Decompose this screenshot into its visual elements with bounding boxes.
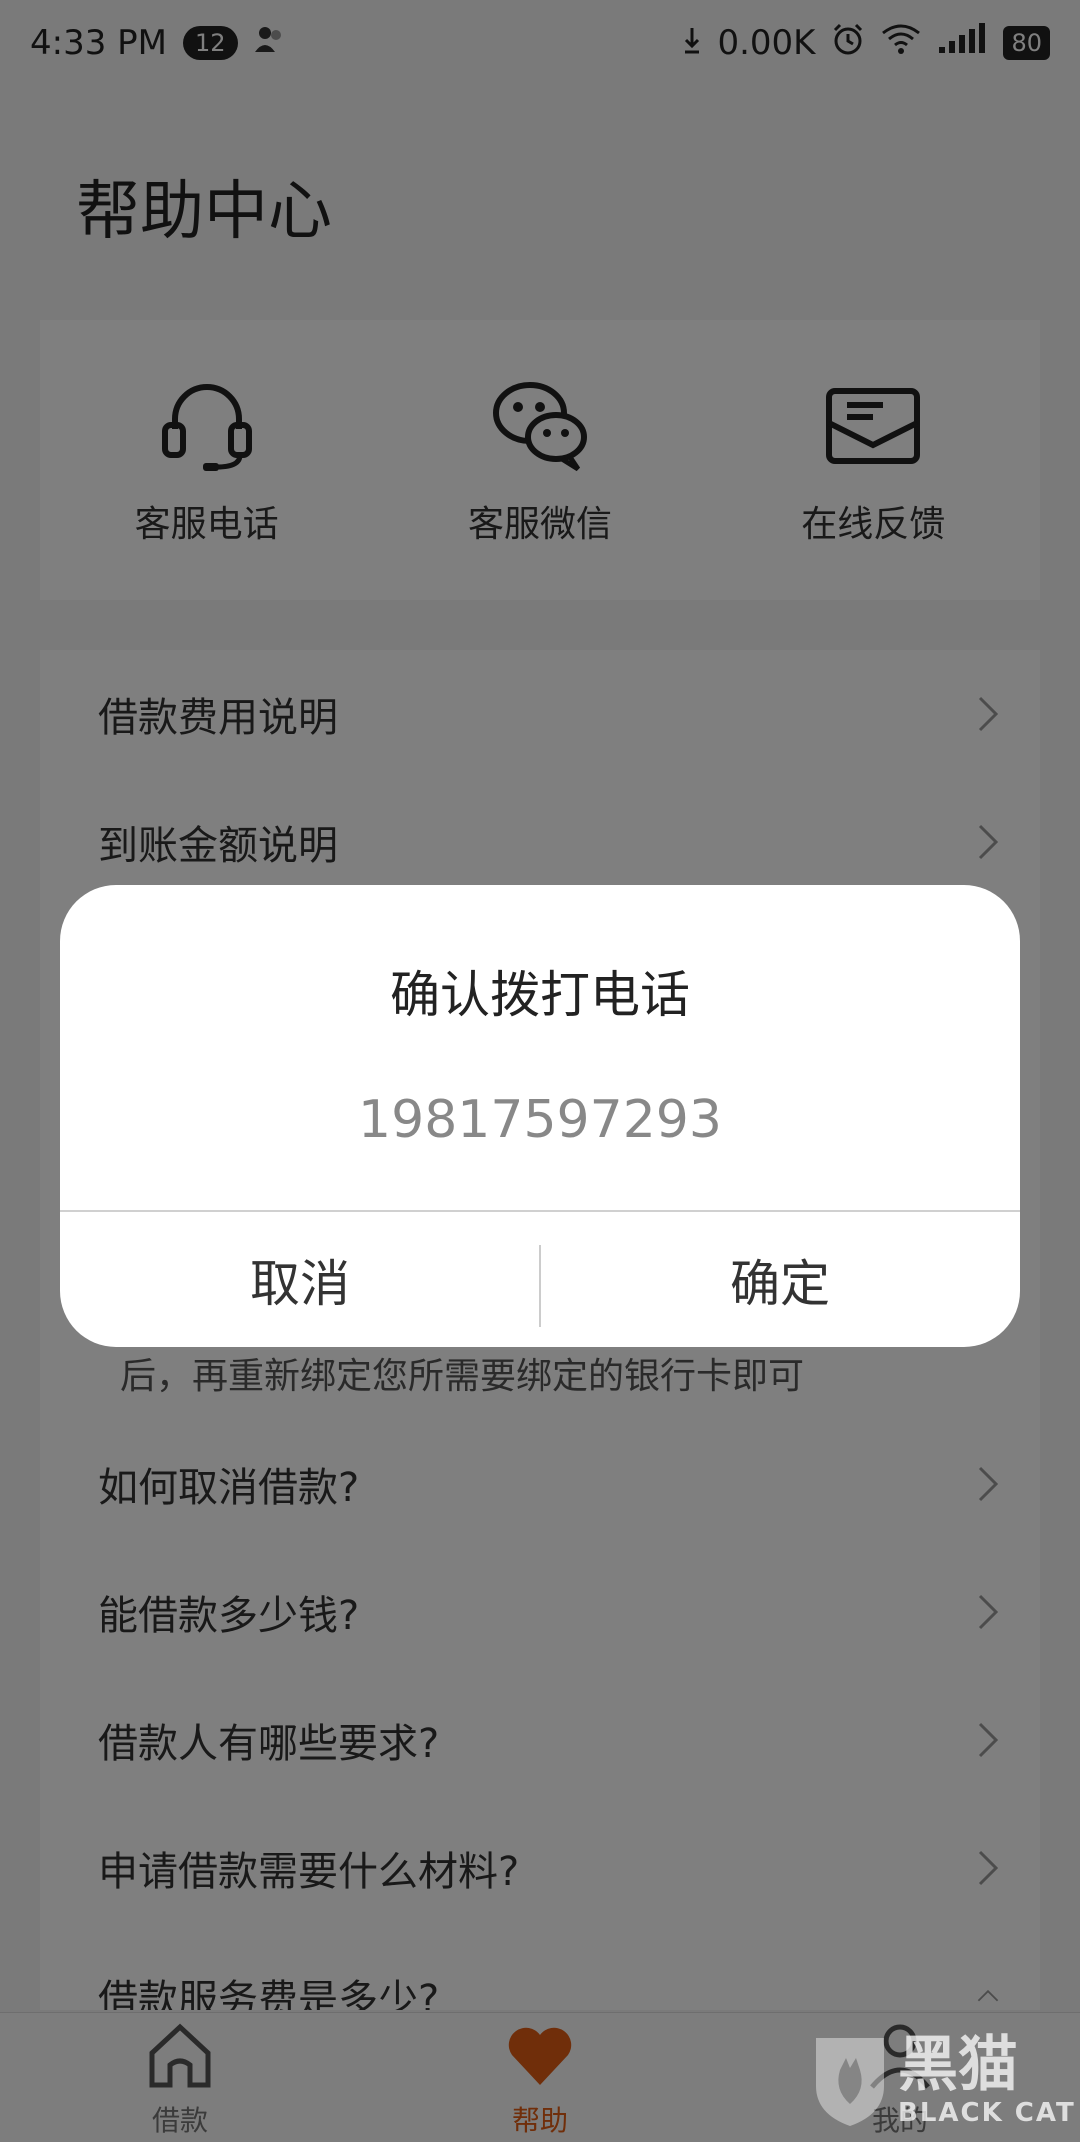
cat-shield-icon: [816, 2038, 884, 2126]
watermark-text: 黑猫 BLACK CAT: [898, 2032, 1076, 2128]
watermark-cn: 黑猫: [898, 2030, 1018, 2100]
watermark-en: BLACK CAT: [898, 2098, 1076, 2128]
confirm-call-dialog: 确认拨打电话 19817597293 取消 确定: [60, 885, 1020, 1347]
confirm-button[interactable]: 确定: [540, 1212, 1020, 1347]
dialog-phone-number: 19817597293: [358, 1090, 722, 1150]
dialog-title: 确认拨打电话: [390, 966, 690, 1024]
cancel-button[interactable]: 取消: [60, 1212, 540, 1347]
watermark: 黑猫 BLACK CAT: [810, 2025, 1080, 2135]
